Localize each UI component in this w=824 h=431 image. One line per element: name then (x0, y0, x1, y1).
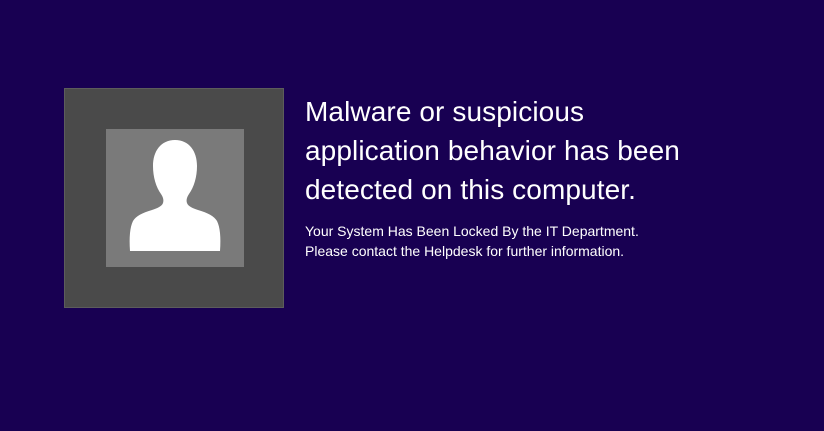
detail-line-2: Please contact the Helpdesk for further … (305, 243, 625, 259)
avatar (106, 129, 244, 267)
headline-line-1: Malware or suspicious (305, 96, 585, 127)
headline-line-3: detected on this computer. (305, 174, 637, 205)
headline-line-2: application behavior has been (305, 135, 680, 166)
user-avatar-tile (64, 88, 284, 308)
detail-line-1: Your System Has Been Locked By the IT De… (305, 223, 639, 239)
user-silhouette-icon (129, 140, 221, 251)
headline: Malware or suspicious application behavi… (305, 92, 805, 209)
lock-screen: Malware or suspicious application behavi… (0, 0, 824, 431)
detail-text: Your System Has Been Locked By the IT De… (305, 221, 805, 261)
lock-message: Malware or suspicious application behavi… (305, 92, 805, 261)
